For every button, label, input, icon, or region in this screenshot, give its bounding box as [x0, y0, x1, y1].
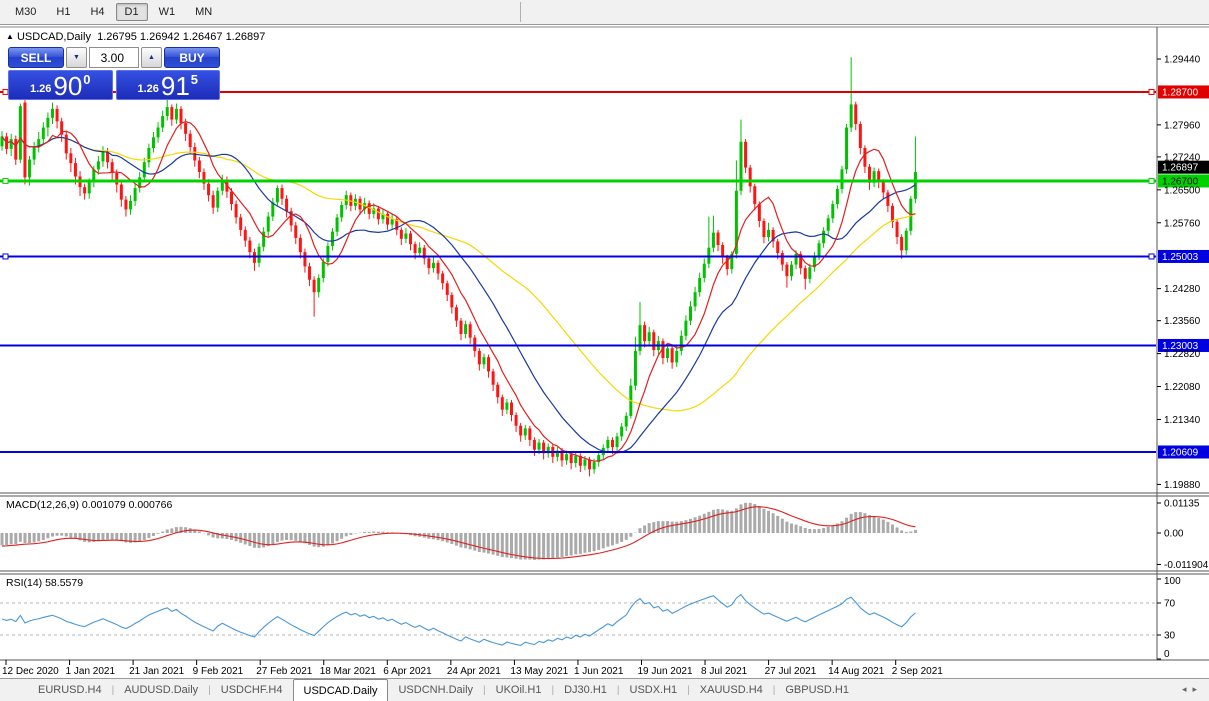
date-tick-label: 12 Dec 2020: [2, 666, 59, 677]
chart-tab-ukoil.h1[interactable]: UKOil.H1: [486, 679, 552, 701]
chart-tab-bar: EURUSD.H4 | AUDUSD.Daily | USDCHF.H4 USDCAD.D…: [0, 678, 1209, 701]
toolbar-separator: [520, 2, 521, 22]
rsi-indicator: 100 70 30 0: [0, 576, 1181, 660]
price-tick-label: 1.19880: [1164, 480, 1201, 491]
volume-increase-button[interactable]: ▲: [141, 47, 162, 68]
line-handle[interactable]: [1148, 177, 1155, 184]
line-handle[interactable]: [1148, 253, 1155, 260]
date-tick-label: 27 Feb 2021: [256, 666, 313, 677]
line-handle[interactable]: [2, 253, 9, 260]
rsi-label: RSI(14) 58.5579: [6, 577, 83, 589]
timeframe-button-mn[interactable]: MN: [186, 3, 221, 21]
sell-price-sup: 0: [83, 72, 91, 87]
macd-label: MACD(12,26,9) 0.001079 0.000766: [6, 499, 173, 511]
price-tick-label: 1.27960: [1164, 120, 1201, 131]
macd-indicator: 0.01135 0.00 -0.011904: [0, 499, 1209, 571]
price-tick-label: 1.23560: [1164, 316, 1201, 327]
chart-tab-usdcnh.daily[interactable]: USDCNH.Daily: [388, 679, 483, 701]
timeframe-button-m30[interactable]: M30: [6, 3, 45, 21]
date-tick-label: 6 Apr 2021: [383, 666, 432, 677]
date-tick-label: 13 May 2021: [510, 666, 568, 677]
date-tick-label: 18 Mar 2021: [320, 666, 377, 677]
chart-tab-usdx.h1[interactable]: USDX.H1: [620, 679, 688, 701]
buy-price-big: 91: [160, 71, 190, 101]
chart-tab-eurusd.h4[interactable]: EURUSD.H4: [28, 679, 112, 701]
svg-text:1.25003: 1.25003: [1162, 252, 1199, 263]
date-tick-label: 21 Jan 2021: [129, 666, 184, 677]
symbol-name: USDCAD,Daily: [16, 31, 91, 43]
svg-text:1.20609: 1.20609: [1162, 447, 1199, 458]
rsi-tick-label: 70: [1164, 599, 1176, 610]
timeframe-button-h4[interactable]: H4: [81, 3, 113, 21]
price-tick-label: 1.25760: [1164, 218, 1201, 229]
chart-tab-dj30.h1[interactable]: DJ30.H1: [554, 679, 617, 701]
ohlc-open: 1.26795: [97, 31, 137, 43]
rsi-tick-label: 0: [1164, 649, 1170, 660]
buy-button[interactable]: BUY: [164, 47, 220, 68]
line-handle[interactable]: [1148, 88, 1155, 95]
price-tick-label: 1.22080: [1164, 382, 1201, 393]
macd-tick-label: -0.011904: [1164, 560, 1209, 571]
chart-tab-usdchf.h4[interactable]: USDCHF.H4: [211, 679, 293, 701]
price-axis[interactable]: 1.29440 1.27960 1.27240 1.26500 1.25760 1.242…: [1157, 55, 1201, 491]
volume-decrease-button[interactable]: ▼: [66, 47, 87, 68]
timeframe-button-w1[interactable]: W1: [150, 3, 185, 21]
date-tick-label: 8 Jul 2021: [701, 666, 748, 677]
collapse-triangle-icon[interactable]: ▲: [6, 32, 14, 41]
chart-tab-usdcad.daily[interactable]: USDCAD.Daily: [292, 679, 389, 701]
price-tick-label: 1.27240: [1164, 152, 1201, 163]
rsi-tick-label: 100: [1164, 576, 1181, 587]
sell-button[interactable]: SELL: [8, 47, 64, 68]
price-tick-label: 1.22820: [1164, 349, 1201, 360]
date-tick-label: 27 Jul 2021: [765, 666, 817, 677]
buy-price-sup: 5: [190, 72, 199, 87]
buy-price-prefix: 1.26: [137, 83, 159, 95]
sell-price-display[interactable]: 1.26 90 0: [8, 70, 113, 100]
sell-price-prefix: 1.26: [29, 83, 52, 95]
date-tick-label: 1 Jun 2021: [574, 666, 624, 677]
candles-layer: [0, 57, 917, 477]
volume-input[interactable]: 3.00: [89, 47, 139, 68]
rsi-tick-label: 30: [1164, 631, 1176, 642]
sell-price-big: 90: [53, 71, 83, 101]
macd-tick-label: 0.00: [1164, 529, 1184, 540]
timeframe-button-d1[interactable]: D1: [115, 3, 148, 21]
ohlc-low: 1.26467: [182, 31, 223, 43]
date-tick-label: 24 Apr 2021: [447, 666, 501, 677]
tab-scroll-arrows: ◂▸: [1181, 684, 1203, 694]
chart-tab-xauusd.h4[interactable]: XAUUSD.H4: [690, 679, 773, 701]
one-click-trading-panel: SELL ▼ 3.00 ▲ BUY 1.26 90 0 1.26 91 5: [8, 47, 220, 100]
date-tick-label: 14 Aug 2021: [828, 666, 885, 677]
chart-title: ▲ USDCAD,Daily 1.26795 1.26942 1.26467 1…: [6, 31, 265, 43]
ohlc-high: 1.26942: [139, 31, 180, 43]
time-axis[interactable]: 12 Dec 2020 1 Jan 2021 21 Jan 2021 9 Feb 20…: [2, 660, 943, 677]
mt4-terminal: { "toolbar": { "timeframes": [ {"label":…: [0, 0, 1209, 701]
buy-price-display[interactable]: 1.26 91 5: [115, 70, 220, 101]
date-tick-label: 19 Jun 2021: [638, 666, 693, 677]
date-tick-label: 1 Jan 2021: [66, 666, 116, 677]
line-handle[interactable]: [2, 177, 9, 184]
moving-averages-layer: [1, 121, 916, 462]
price-tick-label: 1.29440: [1164, 55, 1201, 66]
chart-tab-audusd.daily[interactable]: AUDUSD.Daily: [114, 679, 208, 701]
date-tick-label: 9 Feb 2021: [193, 666, 244, 677]
macd-tick-label: 0.01135: [1164, 499, 1200, 510]
svg-text:1.28700: 1.28700: [1162, 87, 1199, 98]
timeframe-button-h1[interactable]: H1: [47, 3, 79, 21]
price-tick-label: 1.24280: [1164, 284, 1201, 295]
chart-tab-gbpusd.h1[interactable]: GBPUSD.H1: [775, 679, 859, 701]
price-tick-label: 1.21340: [1164, 415, 1201, 426]
date-tick-label: 2 Sep 2021: [892, 666, 944, 677]
timeframe-toolbar: M30 H1 H4 D1 W1 MN: [0, 0, 1209, 25]
hlines-layer[interactable]: 1.287001.267001.250031.230031.206091.268…: [0, 85, 1209, 459]
ohlc-close: 1.26897: [225, 31, 266, 43]
price-tick-label: 1.26500: [1164, 185, 1201, 196]
svg-text:1.26897: 1.26897: [1162, 163, 1199, 174]
chart-canvas[interactable]: 1.287001.267001.250031.230031.206091.268…: [0, 0, 1209, 701]
